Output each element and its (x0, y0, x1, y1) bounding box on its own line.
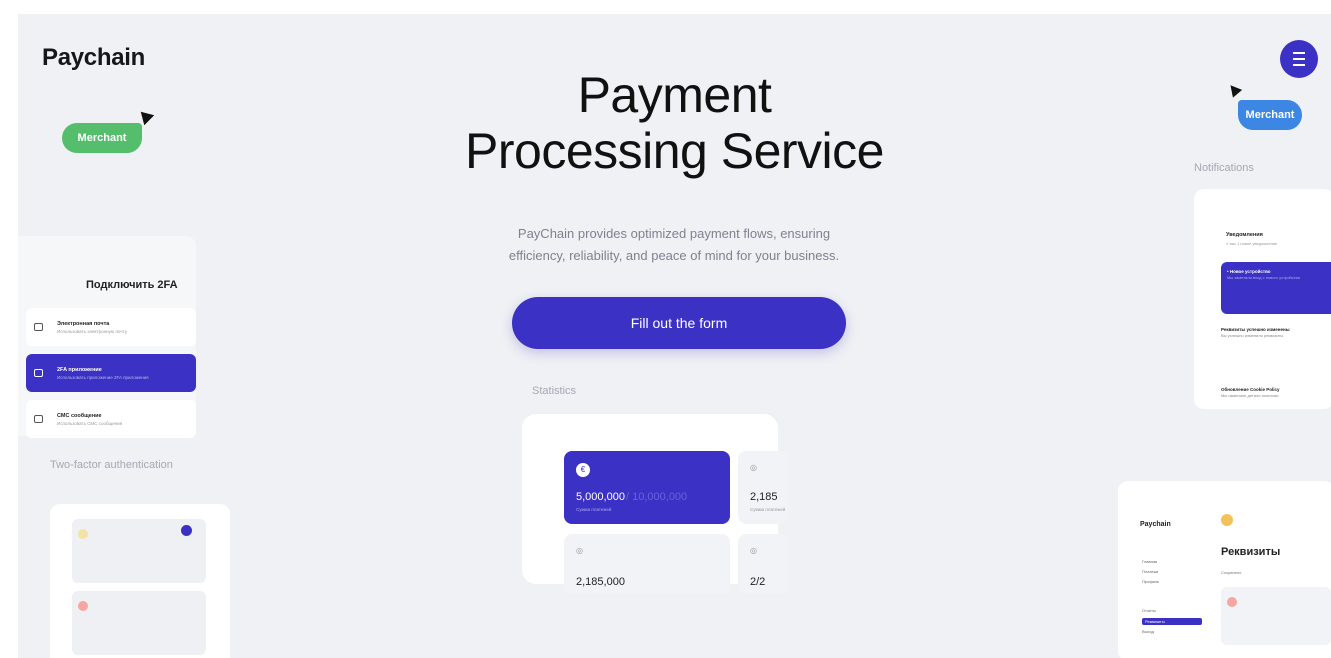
avatar (78, 600, 88, 611)
stat-tile-3[interactable]: ◎ 2,185,000 (564, 534, 730, 594)
two-factor-caption: Two-factor authentication (50, 459, 173, 471)
avatar[interactable] (1221, 514, 1233, 526)
twofa-option-subtitle: Использовать СМС сообщения (57, 420, 123, 426)
phone-icon (34, 369, 43, 377)
notification-item[interactable]: • Новое устройство Мы заметили вход с но… (1221, 262, 1331, 314)
notifications-subtitle: У вас 1 новое уведомление (1226, 241, 1278, 246)
sidebar-item-logout[interactable]: Выход (1142, 629, 1154, 634)
stat-tile-main[interactable]: € 5,000,000 / 10,000,000 Сумма платежей (564, 451, 730, 524)
sidebar-item-profile[interactable]: Профиль (1142, 579, 1159, 584)
requisites-logo: Paychain (1140, 521, 1171, 528)
notifications-caption: Notifications (1194, 162, 1254, 174)
chart-icon: ◎ (576, 546, 583, 555)
notification-text: Мы изменили детали политики (1221, 393, 1279, 398)
stat-main-value: 5,000,000 (576, 491, 625, 503)
twofa-title: Подключить 2FA (86, 279, 178, 291)
hero-subtitle-line2: efficiency, reliability, and peace of mi… (508, 248, 840, 263)
twofa-option-subtitle: Использовать электронную почту (57, 328, 128, 334)
twofa-option-sms[interactable]: СМС сообщение Использовать СМС сообщения (26, 400, 196, 438)
chart-icon: ◎ (750, 463, 757, 472)
stat-tile-2-label: Сумма платежей (750, 507, 786, 512)
avatar (1227, 596, 1237, 607)
requisites-subtitle: Сохранено (1221, 570, 1242, 575)
requisites-user-item[interactable] (1221, 587, 1331, 645)
currency-icon: € (576, 463, 590, 477)
mail-icon (34, 323, 43, 331)
stat-main-secondary: / 10,000,000 (626, 491, 688, 503)
stat-tile-4-value: 2/2 (750, 576, 766, 588)
twofa-option-title: СМС сообщение (57, 412, 102, 419)
notification-item[interactable]: Реквизиты успешно изменены Вы успешно из… (1221, 326, 1331, 339)
notification-title: • Новое устройство (1227, 269, 1271, 274)
sidebar-item-home[interactable]: Главная (1142, 559, 1157, 564)
stat-tile-2-value: 2,185 (750, 491, 778, 503)
twofa-option-title: Электронная почта (57, 320, 110, 327)
stat-tile-3-value: 2,185,000 (576, 576, 625, 588)
message-icon (34, 415, 43, 423)
sidebar-item-payments[interactable]: Платежи (1142, 569, 1158, 574)
status-badge (181, 525, 192, 536)
avatar (78, 528, 88, 539)
twofa-option-subtitle: Использовать приложение 2FA приложения (57, 374, 149, 380)
twofa-option-email[interactable]: Электронная почта Использовать электронн… (26, 308, 196, 346)
hero-subtitle-line1: PayChain provides optimized payment flow… (517, 226, 831, 241)
notification-title: Реквизиты успешно изменены (1221, 327, 1290, 332)
twofa-option-app[interactable]: 2FA приложение Использовать приложение 2… (26, 354, 196, 392)
hero-title-line1: Payment (577, 67, 772, 123)
stat-tile-4[interactable]: ◎ 2/2 (738, 534, 788, 594)
hero-title: Payment Processing Service (18, 67, 1331, 179)
sidebar-item-requisites[interactable]: Реквизиты (1142, 618, 1202, 625)
notification-item[interactable]: Обновление Cookie Policy Мы изменили дет… (1221, 386, 1331, 399)
list-item[interactable] (72, 519, 206, 583)
sidebar-item-reports[interactable]: Отчеты (1142, 608, 1156, 613)
notification-text: Вы успешно изменили реквизиты (1221, 333, 1284, 338)
chart-icon: ◎ (750, 546, 757, 555)
stat-main-label: Сумма платежей (576, 507, 612, 512)
hero-title-line2: Processing Service (465, 123, 884, 179)
hamburger-icon (1293, 50, 1305, 68)
landing-page: Paychain Merchant Merchant Payment Proce… (18, 14, 1331, 658)
statistics-caption: Statistics (532, 385, 577, 397)
notification-text: Мы заметили вход с нового устройства (1227, 275, 1300, 280)
notification-title: Обновление Cookie Policy (1221, 387, 1280, 392)
requisites-title: Реквизиты (1221, 546, 1281, 558)
stat-tile-2[interactable]: ◎ 2,185 Сумма платежей (738, 451, 788, 524)
fill-form-button[interactable]: Fill out the form (512, 297, 846, 349)
hero-subtitle: PayChain provides optimized payment flow… (474, 223, 874, 267)
notifications-title: Уведомления (1226, 232, 1263, 238)
twofa-option-title: 2FA приложение (57, 366, 102, 373)
list-item[interactable] (72, 591, 206, 655)
